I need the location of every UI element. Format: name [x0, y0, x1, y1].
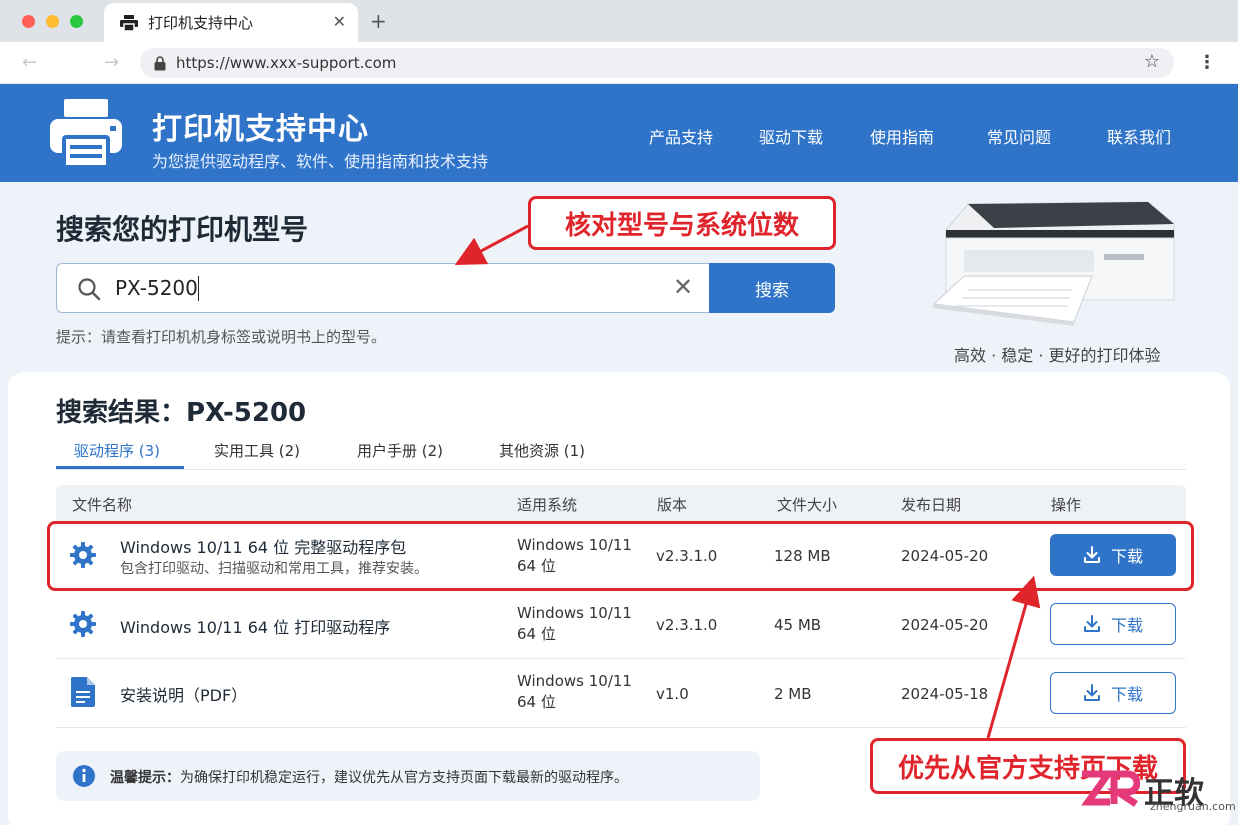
- row-divider: [56, 658, 1186, 659]
- tab-drivers[interactable]: 驱动程序 (3): [74, 440, 160, 461]
- watermark-logo-icon: [1081, 770, 1140, 807]
- site-subtitle: 为您提供驱动程序、软件、使用指南和技术支持: [152, 152, 489, 171]
- row-3-system: Windows 10/11 64 位: [517, 671, 637, 713]
- new-tab-button[interactable]: +: [370, 9, 387, 33]
- nav-user-guide[interactable]: 使用指南: [870, 124, 934, 148]
- search-button[interactable]: 搜索: [709, 263, 835, 313]
- column-header-size: 文件大小: [777, 496, 838, 514]
- results-title: 搜索结果：PX-5200: [56, 398, 307, 428]
- nav-product-support[interactable]: 产品支持: [649, 124, 713, 148]
- row-2-download-label: 下载: [1110, 616, 1143, 635]
- forward-arrow-icon[interactable]: →: [104, 52, 119, 73]
- download-icon: [1083, 684, 1100, 701]
- notice-message: 为确保打印机稳定运行，建议优先从官方支持页面下载最新的驱动程序。: [180, 770, 628, 786]
- column-header-system: 适用系统: [517, 496, 578, 514]
- tab-other-resources[interactable]: 其他资源 (1): [499, 440, 585, 461]
- active-tab-indicator: [56, 466, 184, 469]
- back-arrow-icon[interactable]: ←: [22, 52, 37, 73]
- printer-favicon-icon: [120, 14, 138, 31]
- browser-tab-bar: 打印机支持中心 ✕ +: [0, 0, 1238, 42]
- site-header: 打印机支持中心 为您提供驱动程序、软件、使用指南和技术支持 产品支持 驱动下载 …: [0, 84, 1238, 182]
- row-3-system-os: Windows 10/11: [517, 672, 632, 690]
- row-2-system: Windows 10/11 64 位: [517, 603, 637, 645]
- row-divider: [56, 727, 1186, 728]
- gear-icon: [70, 611, 96, 637]
- row-3-date: 2024-05-18: [901, 685, 989, 703]
- column-header-version: 版本: [657, 496, 688, 514]
- browser-tab[interactable]: 打印机支持中心 ✕: [104, 3, 358, 42]
- column-header-filename: 文件名称: [72, 496, 133, 514]
- row-1-highlight-frame: [47, 521, 1194, 591]
- row-2-filename: Windows 10/11 64 位 打印驱动程序: [120, 618, 391, 637]
- row-3-download-button[interactable]: 下载: [1050, 672, 1176, 714]
- minimize-window-button[interactable]: [46, 15, 59, 28]
- site-title: 打印机支持中心: [152, 112, 369, 147]
- search-value: PX-5200: [115, 276, 198, 300]
- lock-icon: [154, 55, 166, 70]
- row-2-system-bits: 64 位: [517, 625, 556, 643]
- row-3-filename: 安装说明（PDF）: [120, 686, 248, 705]
- printer-illustration: [932, 201, 1175, 326]
- notice-banner: 温馨提示：为确保打印机稳定运行，建议优先从官方支持页面下载最新的驱动程序。: [56, 751, 760, 801]
- bookmark-star-icon[interactable]: ☆: [1144, 51, 1160, 72]
- row-3-download-label: 下载: [1110, 685, 1143, 704]
- watermark-domain: zhengruan.com: [1150, 800, 1236, 813]
- browser-menu-icon[interactable]: ⋮: [1198, 52, 1216, 73]
- search-input[interactable]: PX-5200 ✕: [56, 263, 712, 313]
- nav-driver-download[interactable]: 驱动下载: [759, 124, 823, 148]
- column-header-action: 操作: [1051, 496, 1082, 514]
- tab-divider: [56, 469, 1186, 470]
- row-2-date: 2024-05-20: [901, 616, 989, 634]
- download-icon: [1083, 615, 1100, 632]
- printer-tagline: 高效 · 稳定 · 更好的打印体验: [954, 346, 1161, 365]
- notice-label: 温馨提示：: [110, 770, 180, 786]
- text-caret: [198, 276, 199, 301]
- search-icon: [78, 278, 101, 301]
- search-hint: 提示：请查看打印机机身标签或说明书上的型号。: [56, 328, 387, 346]
- row-2-system-os: Windows 10/11: [517, 604, 632, 622]
- url-text: https://www.xxx-support.com: [176, 54, 397, 72]
- table-header: [56, 485, 1186, 521]
- tab-title: 打印机支持中心: [148, 14, 254, 32]
- arrow-to-search: [454, 224, 529, 266]
- row-2-version: v2.3.1.0: [656, 616, 718, 634]
- address-bar-row: ← → https://www.xxx-support.com ☆ ⋮: [0, 42, 1238, 84]
- notice-text: 温馨提示：为确保打印机稳定运行，建议优先从官方支持页面下载最新的驱动程序。: [110, 767, 628, 787]
- tab-utilities[interactable]: 实用工具 (2): [214, 440, 300, 461]
- search-heading: 搜索您的打印机型号: [56, 213, 309, 246]
- callout-check-model: 核对型号与系统位数: [528, 196, 836, 250]
- row-2-size: 45 MB: [774, 616, 822, 634]
- tab-close-icon[interactable]: ✕: [333, 12, 346, 31]
- column-header-date: 发布日期: [901, 496, 962, 514]
- tab-manuals[interactable]: 用户手册 (2): [357, 440, 443, 461]
- maximize-window-button[interactable]: [70, 15, 83, 28]
- nav-contact[interactable]: 联系我们: [1107, 124, 1171, 148]
- close-window-button[interactable]: [22, 15, 35, 28]
- printer-logo-icon: [50, 99, 122, 169]
- row-3-size: 2 MB: [774, 685, 812, 703]
- info-icon: [73, 765, 95, 787]
- nav-faq[interactable]: 常见问题: [987, 124, 1051, 148]
- row-3-system-bits: 64 位: [517, 693, 556, 711]
- row-2-download-button[interactable]: 下载: [1050, 603, 1176, 645]
- url-field[interactable]: https://www.xxx-support.com ☆: [140, 48, 1174, 78]
- row-3-version: v1.0: [656, 685, 689, 703]
- document-icon: [71, 677, 95, 707]
- clear-input-icon[interactable]: ✕: [673, 273, 693, 301]
